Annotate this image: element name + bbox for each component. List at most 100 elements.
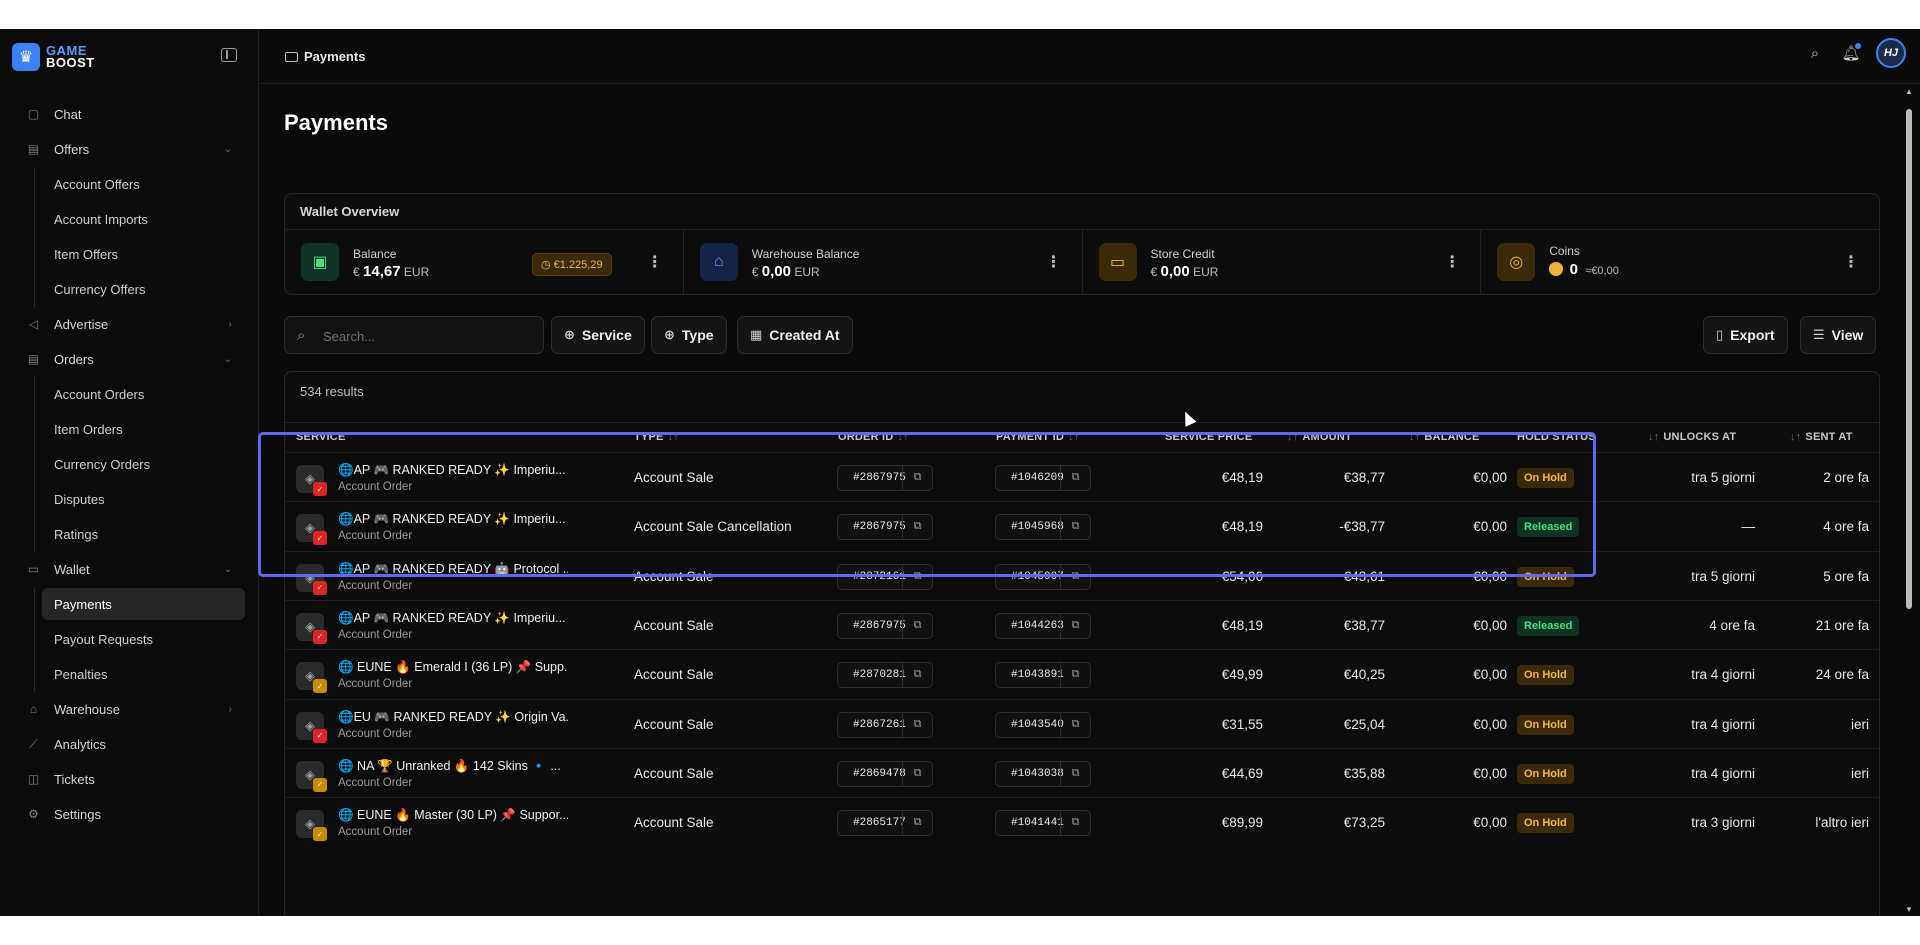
copy-icon[interactable]: ⧉ xyxy=(902,466,932,490)
copy-icon[interactable]: ⧉ xyxy=(1060,613,1090,638)
service-name[interactable]: 🌐EU 🎮 RANKED READY ✨ Origin Va... xyxy=(338,710,568,725)
order-id-box: #2867975 ⧉ xyxy=(837,514,933,541)
pending-balance-badge[interactable]: ◷ €1.225,29 xyxy=(532,253,612,276)
copy-icon[interactable]: ⧉ xyxy=(902,564,932,589)
sidebar-item-disputes[interactable]: Disputes xyxy=(0,482,259,517)
scrollbar-thumb[interactable] xyxy=(1906,109,1912,609)
table-row[interactable]: ◈ ✓ 🌐AP 🎮 RANKED READY ✨ Imperiu... Acco… xyxy=(285,501,1879,550)
column-header-payment-id[interactable]: Payment ID ↓↑ xyxy=(996,431,1079,443)
copy-icon[interactable]: ⧉ xyxy=(902,811,932,836)
header-label: Service xyxy=(296,431,346,443)
scroll-up-icon[interactable]: ▲ xyxy=(1905,87,1913,96)
column-header-service[interactable]: Service xyxy=(296,431,346,443)
copy-icon[interactable]: ⧉ xyxy=(1060,663,1090,688)
export-button[interactable]: ▯ Export xyxy=(1703,316,1788,354)
copy-icon[interactable]: ⧉ xyxy=(902,663,932,688)
table-row[interactable]: ◈ ✓ 🌐AP 🎮 RANKED READY ✨ Imperiu... Acco… xyxy=(285,452,1879,501)
payment-id: #1043891 xyxy=(1011,669,1064,682)
more-vertical-icon[interactable]: ⋮ xyxy=(1444,252,1460,272)
copy-icon[interactable]: ⧉ xyxy=(1060,515,1090,540)
sidebar-item-payments[interactable]: Payments xyxy=(42,588,245,620)
button-label: Service xyxy=(581,327,632,343)
sidebar-item-item-offers[interactable]: Item Offers xyxy=(0,237,259,272)
sidebar-item-orders[interactable]: ▤ Orders ⌄ xyxy=(0,342,259,377)
table-row[interactable]: ◈ ✓ 🌐EU 🎮 RANKED READY ✨ Origin Va... Ac… xyxy=(285,698,1879,748)
sidebar-item-ratings[interactable]: Ratings xyxy=(0,517,259,552)
plus-circle-icon: ⊕ xyxy=(564,327,575,342)
table-row[interactable]: ◈ ✓ 🌐AP 🎮 RANKED READY ✨ Imperiu... Acco… xyxy=(285,599,1879,649)
service-name[interactable]: 🌐 NA 🏆 Unranked 🔥 142 Skins 🔹 ... xyxy=(338,759,568,774)
header-label: Service Price xyxy=(1165,431,1253,443)
topbar: Payments ⌕ 🔔︎ HJ xyxy=(260,29,1920,84)
notification-dot xyxy=(1855,43,1861,49)
sidebar-item-account-imports[interactable]: Account Imports xyxy=(0,202,259,237)
payment-id-box: #1043891 ⧉ xyxy=(995,662,1091,689)
header-label: Amount xyxy=(1302,431,1352,443)
payment-id-box: #1045968 ⧉ xyxy=(995,514,1091,541)
sidebar-item-currency-offers[interactable]: Currency Offers xyxy=(0,272,259,307)
scroll-down-icon[interactable]: ▼ xyxy=(1905,905,1913,914)
sidebar-item-settings[interactable]: ⚙ Settings xyxy=(0,797,259,832)
sidebar-item-account-orders[interactable]: Account Orders xyxy=(0,377,259,412)
sidebar-item-currency-orders[interactable]: Currency Orders xyxy=(0,447,259,482)
type-filter-button[interactable]: ⊕ Type xyxy=(651,316,727,354)
sidebar-item-analytics[interactable]: ⟋ Analytics xyxy=(0,727,259,762)
service-name[interactable]: 🌐AP 🎮 RANKED READY ✨ Imperiu... xyxy=(338,463,568,478)
sidebar-item-warehouse[interactable]: ⌂ Warehouse › xyxy=(0,692,259,727)
bell-icon[interactable]: 🔔︎ xyxy=(1840,42,1862,64)
column-header-unlocks-at[interactable]: ↓↑ Unlocks At xyxy=(1648,431,1736,443)
service-name[interactable]: 🌐AP 🎮 RANKED READY ✨ Imperiu... xyxy=(338,512,568,527)
sidebar-item-payout-requests[interactable]: Payout Requests xyxy=(0,622,259,657)
avatar[interactable]: HJ xyxy=(1876,38,1906,68)
copy-icon[interactable]: ⧉ xyxy=(902,515,932,540)
payment-type: Account Sale xyxy=(634,667,714,683)
column-header-amount[interactable]: ↓↑ Amount xyxy=(1287,431,1352,443)
more-vertical-icon[interactable]: ⋮ xyxy=(647,252,663,272)
service-name[interactable]: 🌐AP 🎮 RANKED READY ✨ Imperiu... xyxy=(338,611,568,626)
sidebar-item-item-orders[interactable]: Item Orders xyxy=(0,412,259,447)
sidebar-item-advertise[interactable]: ◁ Advertise › xyxy=(0,307,259,342)
sidebar-item-account-offers[interactable]: Account Offers xyxy=(0,167,259,202)
offers-submenu: Account Offers Account Imports Item Offe… xyxy=(0,167,259,307)
coins-label: Coins xyxy=(1549,244,1580,258)
logo[interactable]: ♛ GAME BOOST xyxy=(12,43,95,71)
column-header-balance[interactable]: ↓↑ Balance xyxy=(1409,431,1480,443)
table-row[interactable]: ◈ ✓ 🌐AP 🎮 RANKED READY 🤖 Protocol ... Ac… xyxy=(285,550,1879,600)
sidebar-item-offers[interactable]: ▤ Offers ⌄ xyxy=(0,132,259,167)
search-icon[interactable]: ⌕ xyxy=(1804,42,1826,64)
copy-icon[interactable]: ⧉ xyxy=(1060,712,1090,737)
column-header-hold-status[interactable]: Hold Status xyxy=(1517,431,1596,443)
copy-icon[interactable]: ⧉ xyxy=(902,761,932,786)
search-input[interactable]: ⌕ Search... xyxy=(284,316,544,354)
copy-icon[interactable]: ⧉ xyxy=(1060,466,1090,490)
copy-icon[interactable]: ⧉ xyxy=(902,613,932,638)
view-button[interactable]: ☰ View xyxy=(1800,316,1877,354)
column-header-type[interactable]: Type ↓↑ xyxy=(634,431,679,443)
column-header-sent-at[interactable]: ↓↑ Sent At xyxy=(1790,431,1853,443)
order-id: #2867975 xyxy=(853,472,906,484)
column-header-service-price[interactable]: Service Price xyxy=(1165,431,1252,443)
more-vertical-icon[interactable]: ⋮ xyxy=(1843,252,1859,272)
service-name[interactable]: 🌐 EUNE 🔥 Emerald I (36 LP) 📌 Supp... xyxy=(338,660,568,675)
more-vertical-icon[interactable]: ⋮ xyxy=(1046,252,1062,272)
sidebar-item-tickets[interactable]: ◫ Tickets xyxy=(0,762,259,797)
service-name[interactable]: 🌐AP 🎮 RANKED READY 🤖 Protocol ... xyxy=(338,562,568,577)
service-price: €44,69 xyxy=(1221,765,1263,781)
table-row[interactable]: ◈ ✓ 🌐 EUNE 🔥 Emerald I (36 LP) 📌 Supp...… xyxy=(285,649,1879,698)
service-price: €54,06 xyxy=(1221,568,1263,584)
scrollbar[interactable]: ▲ ▼ xyxy=(1904,84,1914,916)
copy-icon[interactable]: ⧉ xyxy=(1060,761,1090,786)
table-row[interactable]: ◈ ✓ 🌐 EUNE 🔥 Master (30 LP) 📌 Suppor... … xyxy=(285,797,1879,846)
column-header-order-id[interactable]: Order ID ↓↑ xyxy=(838,431,909,443)
service-name[interactable]: 🌐 EUNE 🔥 Master (30 LP) 📌 Suppor... xyxy=(338,808,568,823)
sidebar-toggle-icon[interactable] xyxy=(221,48,237,62)
sidebar-item-penalties[interactable]: Penalties xyxy=(0,657,259,692)
sidebar-item-wallet[interactable]: ▭ Wallet ⌄ xyxy=(0,552,259,587)
created-at-filter-button[interactable]: ▦ Created At xyxy=(737,316,853,354)
copy-icon[interactable]: ⧉ xyxy=(1060,564,1090,589)
service-filter-button[interactable]: ⊕ Service xyxy=(551,316,645,354)
copy-icon[interactable]: ⧉ xyxy=(1060,811,1090,836)
sidebar-item-chat[interactable]: ▢ Chat xyxy=(0,97,259,132)
table-row[interactable]: ◈ ✓ 🌐 NA 🏆 Unranked 🔥 142 Skins 🔹 ... Ac… xyxy=(285,747,1879,797)
copy-icon[interactable]: ⧉ xyxy=(902,712,932,737)
